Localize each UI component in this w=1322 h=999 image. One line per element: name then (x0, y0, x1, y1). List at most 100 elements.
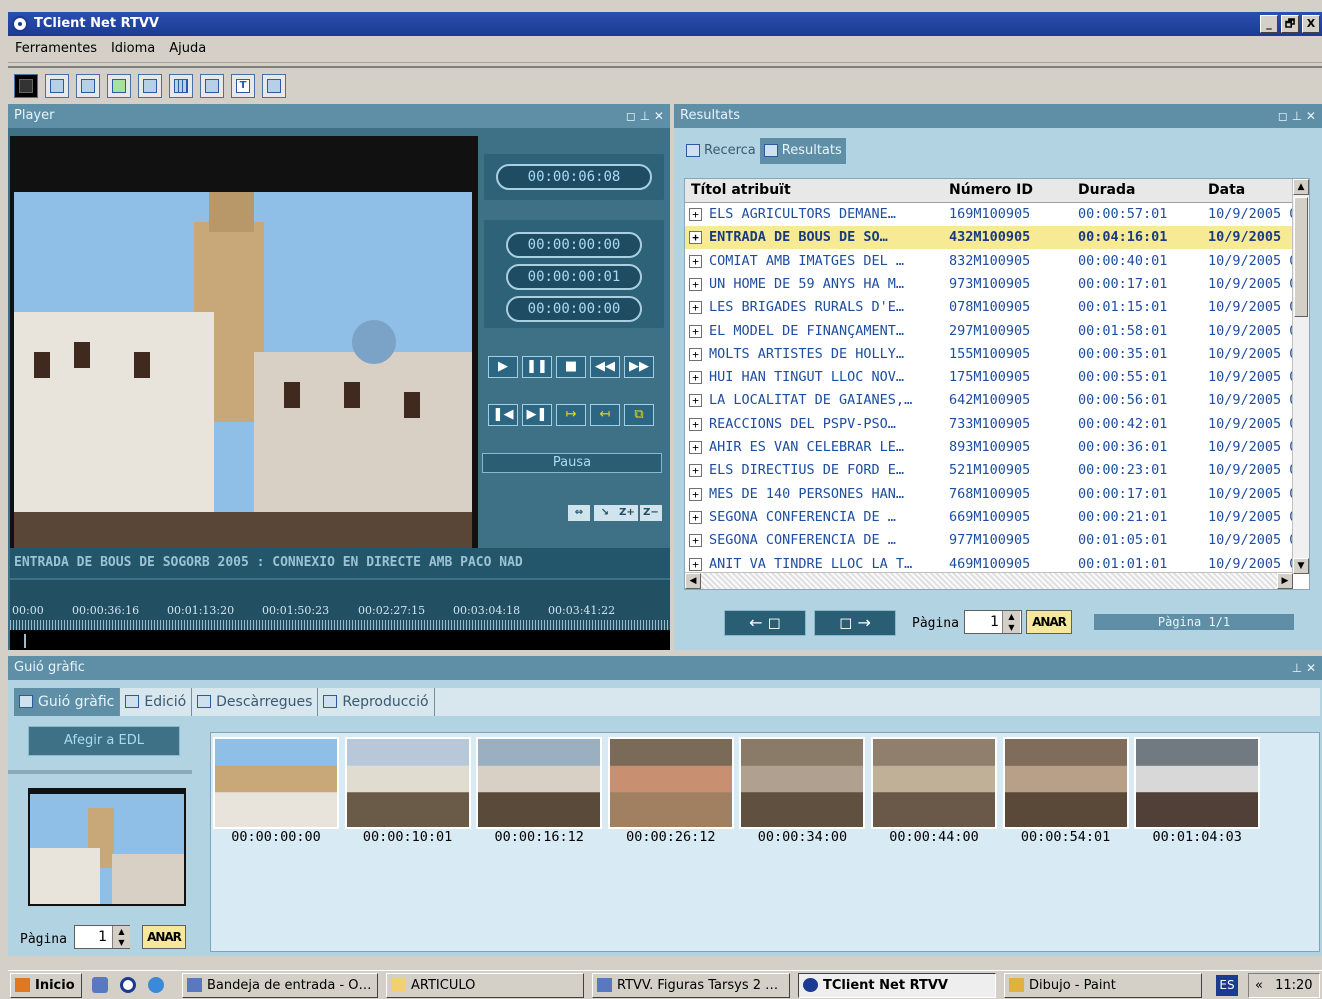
expand-row-icon[interactable]: + (689, 441, 702, 454)
fit-icon[interactable]: ⇔ (568, 505, 590, 521)
scroll-thumb[interactable] (1294, 197, 1308, 317)
storyboard-go-button[interactable]: ANAR (142, 925, 186, 949)
table-row[interactable]: + REACCIONS DEL PSPV-PSO… 733M100905 00:00:… (685, 413, 1305, 436)
table-row[interactable]: + SEGONA CONFERENCIA DE … 669M100905 00:00:… (685, 506, 1305, 529)
quicklaunch-icon[interactable] (92, 977, 108, 993)
expand-row-icon[interactable]: + (689, 371, 702, 385)
fast-forward-button[interactable]: ▶▶ (624, 356, 654, 378)
close-button[interactable]: X (1302, 15, 1320, 33)
timeline-track[interactable] (10, 630, 670, 650)
storyboard-thumbnail[interactable] (344, 737, 471, 829)
add-to-edl-button[interactable]: Afegir a EDL (28, 726, 180, 756)
player-icon[interactable] (14, 74, 38, 98)
expand-row-icon[interactable]: + (689, 534, 702, 548)
expand-row-icon[interactable]: + (689, 557, 702, 571)
video-frame[interactable] (10, 136, 478, 578)
table-row[interactable]: + HUI HAN TINGUT LLOC NOV… 175M100905 00:00… (685, 366, 1305, 389)
pause-button[interactable]: ❚❚ (522, 356, 552, 378)
storyboard-thumbnail[interactable] (213, 737, 339, 829)
start-button[interactable]: Inicio (10, 973, 82, 998)
storyboard-thumbnail[interactable] (1134, 737, 1261, 829)
scroll-up-button[interactable]: ▲ (1293, 179, 1309, 195)
storyboard-thumbnail[interactable] (607, 737, 734, 829)
col-numero-id[interactable]: Número ID (949, 182, 1033, 198)
horizontal-scrollbar[interactable]: ◀ ▶ (685, 572, 1293, 589)
table-row[interactable]: + EL MODEL DE FINANÇAMENT… 297M100905 00:01… (685, 320, 1305, 343)
scroll-right-button[interactable]: ▶ (1277, 573, 1293, 589)
mark-in-button[interactable]: ↦ (556, 404, 586, 426)
table-row[interactable]: + UN HOME DE 59 ANYS HA M… 973M100905 00:00… (685, 273, 1305, 296)
timecode-in[interactable]: 00:00:00:00 (506, 232, 642, 258)
expand-row-icon[interactable]: + (689, 301, 702, 315)
play-button[interactable]: ▶ (488, 356, 518, 378)
expand-row-icon[interactable]: + (689, 464, 702, 478)
tab-descarregues[interactable]: Descàrregues (192, 688, 319, 716)
table-row[interactable]: + ENTRADA DE BOUS DE SO… 432M100905 00:04:1… (685, 226, 1305, 250)
clip-button[interactable]: ⧉ (624, 404, 654, 426)
expand-row-icon[interactable]: + (689, 487, 702, 501)
table-row[interactable]: + AHIR ES VAN CELEBRAR LE… 893M100905 00:00… (685, 436, 1305, 459)
tray-expand-button[interactable]: « (1255, 978, 1263, 993)
storyboard-thumbnail[interactable] (871, 737, 997, 829)
task-tclient[interactable]: TClient Net RTVV (798, 973, 996, 998)
minimize-button[interactable]: _ (1260, 15, 1278, 33)
storyboard-thumbnail[interactable] (1002, 737, 1129, 829)
layout-icon[interactable] (262, 74, 286, 98)
expand-row-icon[interactable]: + (689, 347, 702, 361)
mark-out-button[interactable]: ↤ (590, 404, 620, 426)
table-row[interactable]: + MOLTS ARTISTES DE HOLLY… 155M100905 00:00… (685, 343, 1305, 366)
timeline[interactable]: 00:00 00:00:36:16 00:01:13:20 00:01:50:2… (10, 580, 670, 650)
storyboard-header-controls[interactable]: ⊥ ✕ (1292, 656, 1316, 680)
table-row[interactable]: + MES DE 140 PERSONES HAN… 768M100905 00:00… (685, 483, 1305, 506)
task-word[interactable]: RTVV. Figuras Tarsys 2 … (592, 973, 790, 998)
table-row[interactable]: + LA LOCALITAT DE GAIANES,… 642M100905 00:0… (685, 389, 1305, 412)
search-icon[interactable] (45, 74, 69, 98)
tab-resultats[interactable]: Resultats (759, 138, 846, 164)
col-titol[interactable]: Títol atribuït (691, 182, 791, 198)
storyboard-page-spinner[interactable]: ▲ ▼ (112, 926, 130, 948)
prev-frame-button[interactable]: ❚◀ (488, 404, 518, 426)
tab-reproduccio[interactable]: Reproducció (318, 688, 435, 716)
zoom-out-button[interactable]: Z− (640, 505, 662, 521)
stop-button[interactable]: ■ (556, 356, 586, 378)
timecode-out[interactable]: 00:00:00:00 (506, 296, 642, 322)
tab-guio-grafic[interactable]: Guió gràfic (14, 688, 121, 716)
go-button[interactable]: ANAR (1026, 610, 1072, 634)
task-paint[interactable]: Dibujo - Paint (1004, 973, 1202, 998)
zoom-in-button[interactable]: Z+ (616, 505, 638, 521)
expand-icon[interactable]: ↘ (594, 505, 616, 521)
col-data[interactable]: Data (1208, 182, 1245, 198)
menu-ajuda[interactable]: Ajuda (162, 37, 213, 60)
preview-thumbnail[interactable] (28, 788, 186, 906)
table-row[interactable]: + LES BRIGADES RURALS D'E… 078M100905 00:01… (685, 296, 1305, 319)
scroll-left-button[interactable]: ◀ (685, 573, 701, 589)
page-spinner[interactable]: ▲ ▼ (1002, 611, 1020, 633)
menu-idioma[interactable]: Idioma (104, 37, 162, 60)
tab-edicio[interactable]: Edició (120, 688, 193, 716)
timecode-current[interactable]: 00:00:00:01 (506, 264, 642, 290)
expand-row-icon[interactable]: + (689, 277, 702, 291)
maximize-button[interactable]: 🗗 (1281, 15, 1299, 33)
expand-row-icon[interactable]: + (689, 417, 702, 431)
table-row[interactable]: + ELS AGRICULTORS DEMANE… 169M100905 00:00:… (685, 203, 1305, 226)
expand-row-icon[interactable]: + (689, 394, 702, 408)
menu-ferramentes[interactable]: Ferramentes (8, 37, 104, 60)
tclient-icon[interactable] (120, 977, 136, 993)
playhead[interactable] (24, 634, 26, 648)
grid-icon[interactable] (169, 74, 193, 98)
tab-recerca[interactable]: Recerca (682, 138, 760, 164)
browser-icon[interactable] (148, 977, 164, 993)
storyboard-thumbnail[interactable] (476, 737, 603, 829)
col-durada[interactable]: Durada (1078, 182, 1135, 198)
rewind-button[interactable]: ◀◀ (590, 356, 620, 378)
scroll-down-button[interactable]: ▼ (1293, 558, 1309, 574)
play-window-icon[interactable] (107, 74, 131, 98)
expand-row-icon[interactable]: + (689, 510, 702, 524)
results-header-controls[interactable]: ◻ ⊥ ✕ (1278, 104, 1316, 128)
download-icon[interactable] (200, 74, 224, 98)
table-row[interactable]: + ELS DIRECTIUS DE FORD E… 521M100905 00:00… (685, 459, 1305, 482)
next-frame-button[interactable]: ▶❚ (522, 404, 552, 426)
table-row[interactable]: + COMIAT AMB IMATGES DEL … 832M100905 00:00… (685, 250, 1305, 273)
storyboard-thumbnail[interactable] (739, 737, 866, 829)
text-icon[interactable]: T (231, 74, 255, 98)
